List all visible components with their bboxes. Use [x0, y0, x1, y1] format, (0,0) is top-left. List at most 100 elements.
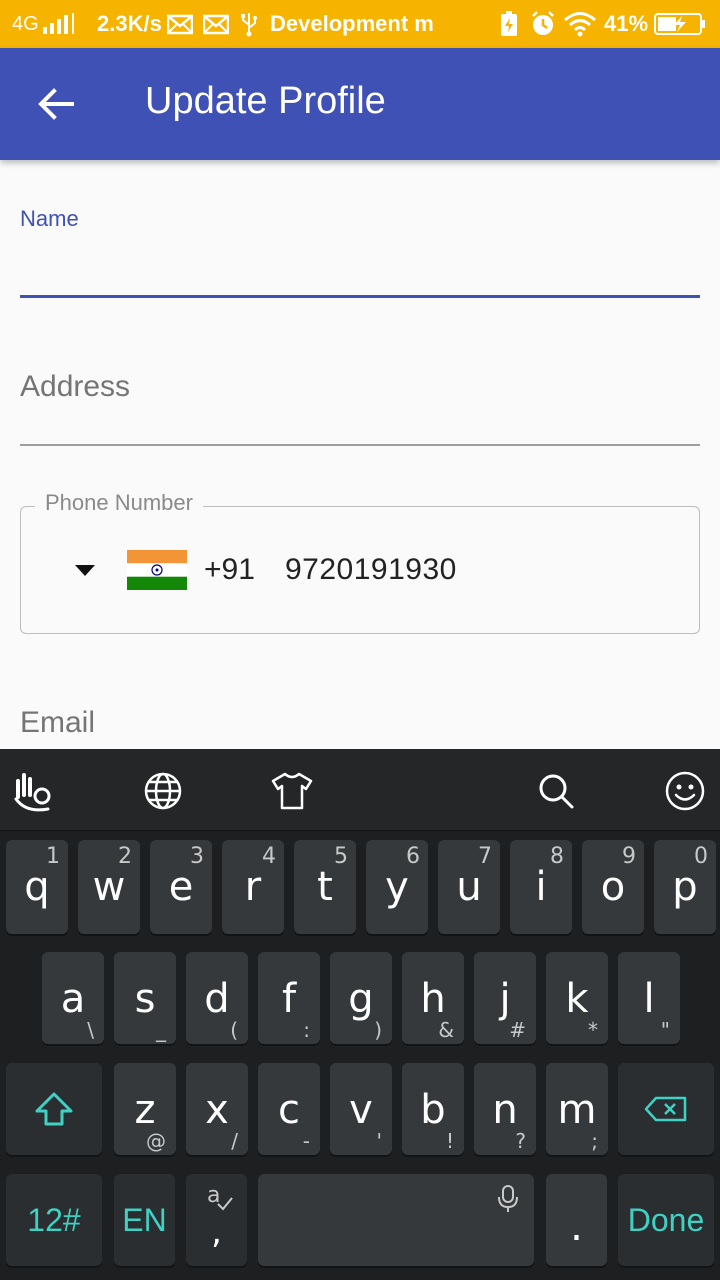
key-alt-label: 7	[478, 844, 492, 869]
network-type: 4G	[12, 12, 39, 35]
key-u[interactable]: u7	[438, 840, 500, 934]
period-key-label: .	[570, 1204, 583, 1250]
key-label: b	[420, 1087, 446, 1133]
address-input[interactable]: Address	[20, 370, 130, 404]
key-alt-label: 3	[190, 844, 204, 869]
phone-number-label: Phone Number	[35, 490, 203, 516]
touchpal-logo-button[interactable]	[12, 769, 56, 813]
key-alt-label: ;	[591, 1129, 598, 1153]
shift-arrow-icon	[35, 1092, 73, 1126]
key-label: p	[672, 864, 698, 910]
signal-icon	[42, 13, 74, 34]
key-alt-label: !	[445, 1129, 454, 1153]
period-key[interactable]: .	[546, 1174, 607, 1266]
dropdown-arrow-icon[interactable]	[73, 562, 97, 578]
app-bar: Update Profile	[0, 48, 720, 160]
key-label: m	[557, 1087, 597, 1133]
key-label: h	[420, 976, 446, 1022]
numbers-key[interactable]: 12#	[6, 1174, 102, 1266]
key-t[interactable]: t5	[294, 840, 356, 934]
mail-icon	[203, 0, 229, 48]
notification-text: Development m	[270, 11, 434, 36]
key-label: c	[278, 1087, 300, 1133]
key-v[interactable]: v '	[330, 1063, 392, 1155]
key-z[interactable]: z @	[114, 1063, 176, 1155]
wifi-icon	[563, 0, 597, 48]
key-alt-label: ?	[515, 1129, 526, 1153]
key-c[interactable]: c-	[258, 1063, 320, 1155]
key-r[interactable]: r4	[222, 840, 284, 934]
key-label: j	[499, 976, 511, 1022]
key-alt-label: _	[156, 1018, 166, 1042]
name-underline	[20, 295, 700, 298]
address-underline	[20, 444, 700, 446]
network-speed: 2.3K/s	[97, 11, 162, 36]
key-l[interactable]: l "	[618, 952, 680, 1044]
comma-key[interactable]: a ,	[186, 1174, 247, 1266]
key-j[interactable]: j #	[474, 952, 536, 1044]
key-o[interactable]: o9	[582, 840, 644, 934]
search-button[interactable]	[534, 769, 578, 813]
tshirt-icon	[271, 772, 313, 810]
key-alt-label: (	[230, 1018, 238, 1042]
key-label: z	[134, 1087, 156, 1133]
key-label: x	[205, 1087, 229, 1133]
smiley-icon	[665, 771, 705, 811]
language-button[interactable]	[141, 769, 185, 813]
key-i[interactable]: i8	[510, 840, 572, 934]
key-p[interactable]: p0	[654, 840, 716, 934]
spell-check-icon: a	[207, 1183, 233, 1211]
profile-form: Name Address Phone Number +91 9720191930…	[0, 160, 720, 749]
back-button[interactable]	[30, 78, 82, 130]
backspace-key[interactable]	[618, 1063, 714, 1155]
language-key-label: EN	[122, 1202, 167, 1238]
key-alt-label: 5	[334, 844, 348, 869]
key-s[interactable]: s _	[114, 952, 176, 1044]
emoji-button[interactable]	[663, 769, 707, 813]
key-q[interactable]: q1	[6, 840, 68, 934]
key-label: o	[600, 864, 626, 910]
key-n[interactable]: n?	[474, 1063, 536, 1155]
key-alt-label: :	[303, 1018, 310, 1042]
battery-saver-icon	[500, 0, 518, 48]
key-m[interactable]: m;	[546, 1063, 608, 1155]
key-alt-label: 9	[622, 844, 636, 869]
key-label: t	[317, 864, 333, 910]
done-key[interactable]: Done	[618, 1174, 714, 1266]
key-alt-label: 4	[262, 844, 276, 869]
key-g[interactable]: g)	[330, 952, 392, 1044]
key-x[interactable]: x /	[186, 1063, 248, 1155]
key-y[interactable]: y6	[366, 840, 428, 934]
phone-number-input[interactable]: 9720191930	[285, 553, 457, 587]
key-h[interactable]: h &	[402, 952, 464, 1044]
key-e[interactable]: e3	[150, 840, 212, 934]
microphone-icon	[498, 1185, 518, 1212]
space-key[interactable]	[258, 1174, 534, 1266]
key-k[interactable]: k *	[546, 952, 608, 1044]
key-a[interactable]: a \	[42, 952, 104, 1044]
key-label: n	[492, 1087, 518, 1133]
comma-key-label: ,	[211, 1212, 222, 1252]
key-alt-label: &	[438, 1018, 454, 1042]
key-alt-label: 2	[118, 844, 132, 869]
page-title: Update Profile	[145, 80, 386, 122]
phone-number-field[interactable]: Phone Number +91 9720191930	[20, 490, 700, 634]
theme-button[interactable]	[270, 769, 314, 813]
key-f[interactable]: f:	[258, 952, 320, 1044]
usb-icon	[240, 0, 258, 48]
key-label: k	[565, 976, 589, 1022]
mail-icon	[167, 0, 193, 48]
key-label: i	[535, 864, 547, 910]
key-w[interactable]: w2	[78, 840, 140, 934]
key-alt-label: -	[302, 1129, 310, 1153]
key-alt-label: *	[588, 1018, 598, 1042]
email-input[interactable]: Email	[20, 706, 95, 740]
search-icon	[539, 774, 574, 809]
key-b[interactable]: b!	[402, 1063, 464, 1155]
key-d[interactable]: d(	[186, 952, 248, 1044]
key-alt-label: )	[374, 1018, 382, 1042]
shift-key[interactable]	[6, 1063, 102, 1155]
name-input[interactable]	[20, 238, 700, 292]
key-label: v	[349, 1087, 373, 1133]
language-key[interactable]: EN	[114, 1174, 175, 1266]
